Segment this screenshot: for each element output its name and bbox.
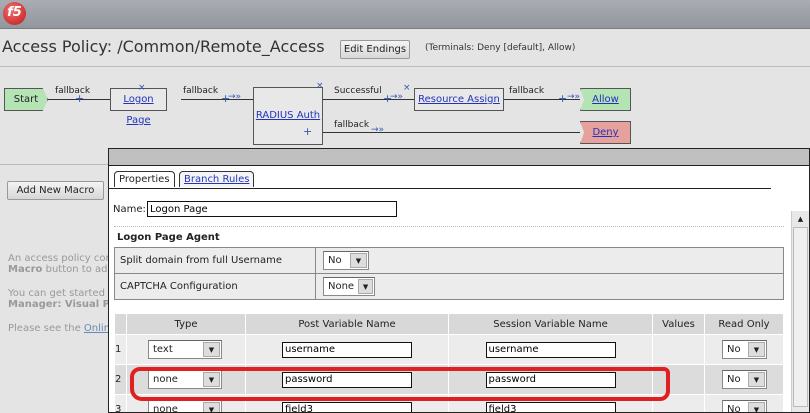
- arrow-icon: →»: [567, 92, 581, 102]
- close-icon[interactable]: ×: [403, 83, 411, 93]
- divider: [0, 164, 108, 165]
- row-number: 1: [114, 334, 127, 365]
- tab-branch-rules[interactable]: Branch Rules: [179, 171, 255, 187]
- add-item-icon[interactable]: +: [303, 125, 312, 138]
- type-select[interactable]: text ▼: [148, 340, 222, 359]
- help-line: button to ad: [42, 264, 108, 275]
- captcha-select[interactable]: None ▼: [323, 277, 375, 296]
- close-icon[interactable]: ×: [138, 83, 146, 93]
- branch-label: fallback: [55, 86, 91, 96]
- chevron-down-icon: ▼: [358, 279, 373, 294]
- column-header: Type: [126, 313, 246, 335]
- setting-label: CAPTCHA Configuration: [114, 273, 316, 300]
- column-header: Read Only: [704, 313, 784, 335]
- column-header: Values: [652, 313, 705, 335]
- name-label: Name:: [113, 204, 146, 215]
- divider: [114, 226, 784, 227]
- page-title: Access Policy: /Common/Remote_Access: [2, 37, 325, 56]
- edit-endings-button[interactable]: Edit Endings: [340, 40, 410, 59]
- f5-logo: f5: [3, 2, 26, 25]
- help-text: An access policy con Macro button to ad …: [8, 253, 108, 334]
- row-number: 2: [114, 364, 127, 395]
- branch-label: fallback: [334, 120, 370, 130]
- divider: [0, 66, 810, 67]
- chevron-down-icon: ▼: [203, 342, 220, 357]
- vertical-scrollbar[interactable]: ▲: [791, 211, 809, 412]
- tab-line: [109, 188, 771, 189]
- column-header: Session Variable Name: [448, 313, 653, 335]
- read-only-select[interactable]: No ▼: [722, 400, 767, 412]
- logon-page-link[interactable]: Logon Page: [123, 94, 153, 126]
- arrow-icon: →»: [390, 92, 404, 102]
- read-only-select[interactable]: No ▼: [722, 340, 767, 359]
- split-domain-select[interactable]: No ▼: [323, 251, 369, 270]
- name-input[interactable]: [147, 201, 397, 217]
- section-title: Logon Page Agent: [117, 232, 220, 243]
- help-line: Please see the: [8, 323, 84, 334]
- radius-auth-link[interactable]: RADIUS Auth: [256, 110, 320, 121]
- top-bar: [0, 0, 810, 29]
- resource-assign-link[interactable]: Resource Assign: [418, 94, 500, 105]
- setting-label: Split domain from full Username: [114, 247, 316, 274]
- help-bold: Macro: [8, 264, 43, 275]
- help-bold: Manager: Visual P: [8, 299, 108, 310]
- deny-node[interactable]: Deny: [580, 121, 631, 144]
- arrow-icon: →»: [228, 92, 242, 102]
- chevron-down-icon: ▼: [350, 253, 367, 268]
- highlight-annotation: [130, 367, 670, 401]
- arrow-icon: →»: [371, 125, 385, 135]
- tab-properties[interactable]: Properties: [114, 171, 175, 187]
- add-item-icon[interactable]: +: [500, 92, 567, 105]
- resource-assign-node[interactable]: Resource Assign: [414, 88, 504, 111]
- session-variable-input[interactable]: [485, 401, 616, 412]
- post-variable-input[interactable]: [282, 401, 412, 412]
- help-line: You can get started: [8, 288, 105, 299]
- help-line: An access policy con: [8, 253, 108, 264]
- scroll-up-icon[interactable]: ▲: [792, 215, 809, 223]
- read-only-select[interactable]: No ▼: [722, 370, 767, 389]
- close-icon[interactable]: ×: [316, 81, 324, 91]
- deny-link[interactable]: Deny: [592, 127, 618, 138]
- type-select[interactable]: none ▼: [148, 400, 222, 412]
- allow-link[interactable]: Allow: [592, 94, 619, 105]
- chevron-down-icon: ▼: [748, 342, 765, 357]
- scroll-thumb[interactable]: [793, 227, 808, 407]
- chevron-down-icon: ▼: [203, 402, 220, 412]
- session-variable-input[interactable]: [485, 341, 616, 358]
- dialog-titlebar[interactable]: [109, 149, 809, 166]
- post-variable-input[interactable]: [282, 341, 412, 358]
- online-help-link[interactable]: Onlin: [84, 323, 108, 334]
- add-item-icon[interactable]: +: [75, 92, 84, 105]
- agent-settings-table: Split domain from full Username No ▼ CAPTC…: [114, 247, 784, 300]
- allow-node[interactable]: Allow: [580, 88, 631, 111]
- table-row: 1 text▼ No▼: [114, 334, 784, 365]
- add-new-macro-button[interactable]: Add New Macro: [7, 181, 104, 200]
- chevron-down-icon: ▼: [748, 372, 765, 387]
- terminals-info: (Terminals: Deny [default], Allow): [425, 43, 576, 53]
- row-number: 3: [114, 394, 127, 412]
- add-item-icon[interactable]: +: [313, 92, 392, 105]
- add-item-icon[interactable]: +: [181, 92, 230, 105]
- chevron-down-icon: ▼: [748, 402, 765, 412]
- start-node[interactable]: Start: [4, 88, 48, 111]
- connector: [323, 132, 580, 133]
- column-header: Post Variable Name: [245, 313, 449, 335]
